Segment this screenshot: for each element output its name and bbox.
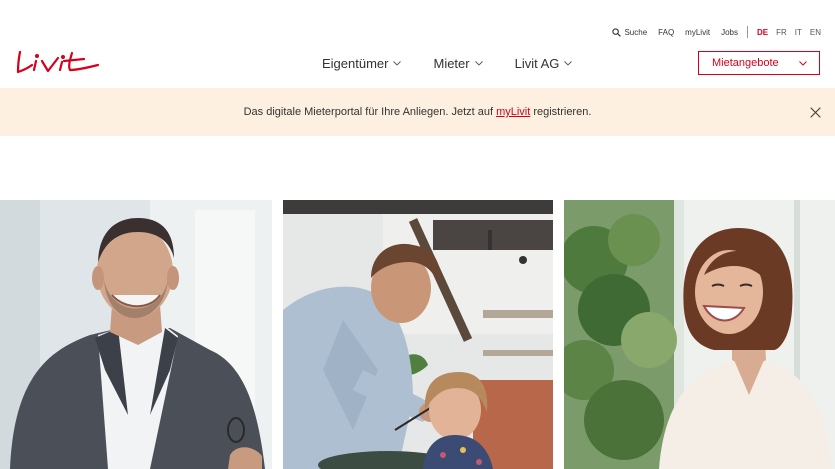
chevron-down-icon xyxy=(564,61,573,66)
nav-item-label: Eigentümer xyxy=(322,56,389,71)
livit-logo[interactable] xyxy=(14,48,102,78)
chevron-down-icon xyxy=(799,60,807,66)
banner-mylivit-link[interactable]: myLivit xyxy=(496,106,530,118)
chevron-down-icon xyxy=(393,61,402,66)
site-header: Suche FAQ myLivit Jobs DE FR IT EN Eigen… xyxy=(0,0,835,88)
banner-text-before: Das digitale Mieterportal für Ihre Anlie… xyxy=(243,106,494,118)
language-fr[interactable]: FR xyxy=(776,28,787,37)
teaser-photo-tenant[interactable] xyxy=(283,200,553,469)
main-nav: Eigentümer Mieter Livit AG xyxy=(322,56,573,71)
nav-item-mieter[interactable]: Mieter xyxy=(433,56,483,71)
nav-item-livit-ag[interactable]: Livit AG xyxy=(515,56,573,71)
language-divider xyxy=(746,26,748,38)
nav-item-eigentuemer[interactable]: Eigentümer xyxy=(322,56,402,71)
teaser-photo-owner[interactable] xyxy=(0,200,272,469)
nav-item-label: Mieter xyxy=(433,56,470,71)
info-banner: Das digitale Mieterportal für Ihre Anlie… xyxy=(0,88,835,136)
language-it[interactable]: IT xyxy=(795,28,802,37)
nav-item-label: Livit AG xyxy=(514,56,560,71)
utility-nav: Suche FAQ myLivit Jobs DE FR IT EN xyxy=(612,26,821,38)
mietangebote-label: Mietangebote xyxy=(712,57,779,69)
mietangebote-dropdown[interactable]: Mietangebote xyxy=(698,51,820,75)
search-icon xyxy=(612,27,622,37)
jobs-link[interactable]: Jobs xyxy=(721,28,738,37)
language-en[interactable]: EN xyxy=(810,28,821,37)
faq-link[interactable]: FAQ xyxy=(658,28,674,37)
close-icon[interactable] xyxy=(810,107,821,118)
chevron-down-icon xyxy=(474,61,483,66)
search-link[interactable]: Suche xyxy=(612,28,647,37)
teaser-photo-company[interactable] xyxy=(564,200,835,469)
mylivit-link[interactable]: myLivit xyxy=(685,28,710,37)
search-label: Suche xyxy=(624,27,648,37)
photo-man-portrait xyxy=(0,200,272,469)
photo-father-daughter-kitchen xyxy=(283,200,553,469)
language-de[interactable]: DE xyxy=(757,28,768,37)
banner-text-after: registrieren. xyxy=(533,106,592,118)
photo-woman-laughing xyxy=(564,200,835,469)
